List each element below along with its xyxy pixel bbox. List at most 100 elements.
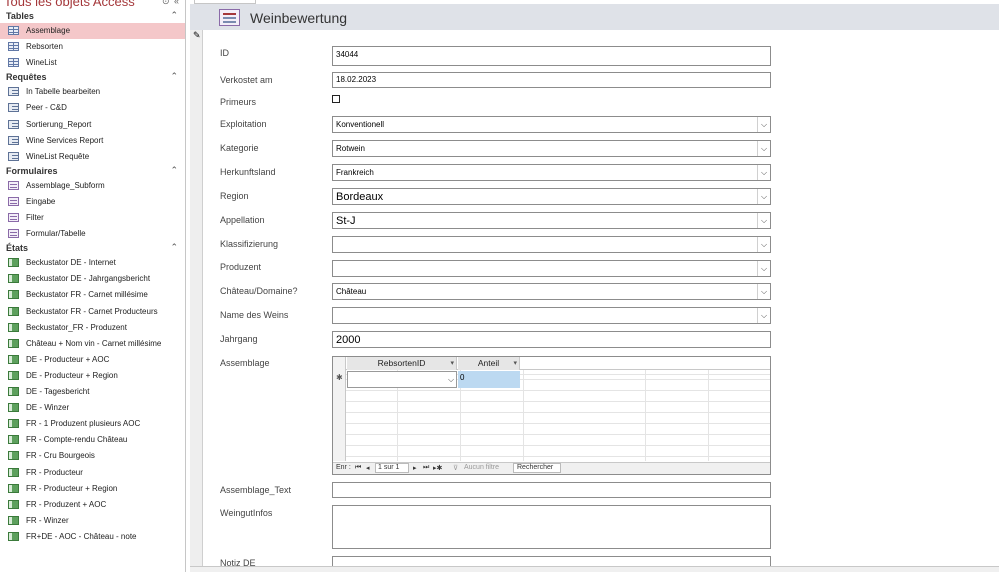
region-combo[interactable]: Bordeaux ⌵	[332, 188, 771, 205]
nav-item[interactable]: Peer - C&D	[0, 100, 185, 116]
nav-item-label: Peer - C&D	[26, 103, 67, 113]
record-selector-bar[interactable]	[190, 30, 203, 566]
nav-item[interactable]: FR - Winzer	[0, 513, 185, 529]
nav-section-header[interactable]: Tables ⌃	[0, 10, 185, 23]
nav-item[interactable]: Eingabe	[0, 194, 185, 210]
nav-item[interactable]: Assemblage	[0, 23, 185, 39]
nav-item[interactable]: FR+DE - AOC - Château - note	[0, 529, 185, 545]
nav-item-label: Eingabe	[26, 196, 56, 206]
anteil-cell[interactable]: 0	[458, 371, 520, 388]
nav-item[interactable]: DE - Winzer	[0, 400, 185, 416]
nav-item[interactable]: FR - Compte-rendu Château	[0, 432, 185, 448]
nav-item-label: DE - Winzer	[26, 403, 70, 413]
chateau-domaine-combo[interactable]: Château ⌵	[332, 283, 771, 300]
chevron-down-icon[interactable]: ⌵	[446, 372, 456, 387]
chevron-up-icon[interactable]: ⌃	[170, 165, 178, 176]
jahrgang-value: 2000	[336, 334, 361, 346]
new-record-nav-icon[interactable]: ▸✱	[433, 464, 442, 472]
nav-item[interactable]: Beckustator DE - Jahrgangsbericht	[0, 271, 185, 287]
assemblage-text-field[interactable]	[332, 482, 771, 498]
chevron-down-icon[interactable]: ⌵	[757, 284, 770, 299]
search-icon[interactable]: ⊙	[162, 0, 170, 7]
column-header-rebsortenid[interactable]: RebsortenID ▾	[347, 357, 457, 370]
filter-icon[interactable]: ⊽	[453, 464, 458, 472]
nav-item[interactable]: FR - Producteur + Region	[0, 481, 185, 497]
id-field[interactable]: 34044	[332, 46, 771, 66]
nav-item[interactable]: WineList Requête	[0, 149, 185, 165]
herkunftsland-combo[interactable]: Frankreich ⌵	[332, 164, 771, 181]
exploitation-combo[interactable]: Konventionell ⌵	[332, 116, 771, 133]
next-record-icon[interactable]: ▸	[413, 464, 417, 472]
nav-item[interactable]: DE - Producteur + Region	[0, 368, 185, 384]
nav-item[interactable]: Assemblage_Subform	[0, 178, 185, 194]
rebsortenid-cell[interactable]: ⌵	[347, 371, 457, 388]
search-field[interactable]: Rechercher	[513, 463, 561, 473]
nav-item[interactable]: In Tabelle bearbeiten	[0, 84, 185, 100]
nav-pane-title[interactable]: Tous les objets Access	[4, 0, 135, 9]
nav-item[interactable]: FR - Producteur	[0, 465, 185, 481]
nav-item[interactable]: Beckustator FR - Carnet millésime	[0, 287, 185, 303]
klassifizierung-combo[interactable]: ⌵	[332, 236, 771, 253]
nav-item[interactable]: Beckustator FR - Carnet Producteurs	[0, 304, 185, 320]
nav-section-label: Tables	[6, 11, 34, 21]
nav-item-label: FR+DE - AOC - Château - note	[26, 531, 137, 541]
nav-item[interactable]: Formular/Tabelle	[0, 226, 185, 242]
nav-item[interactable]: FR - Cru Bourgeois	[0, 448, 185, 464]
nav-item[interactable]: DE - Producteur + AOC	[0, 352, 185, 368]
nav-item[interactable]: Filter	[0, 210, 185, 226]
nav-item[interactable]: FR - 1 Produzent plusieurs AOC	[0, 416, 185, 432]
nav-item-label: FR - Produzent + AOC	[26, 499, 107, 509]
weingutinfos-memo[interactable]	[332, 505, 771, 549]
sort-arrow-icon[interactable]: ▾	[513, 357, 517, 370]
chevron-up-icon[interactable]: ⌃	[170, 242, 178, 253]
chevron-down-icon[interactable]: ⌵	[757, 308, 770, 323]
record-navigation-bar: Enr : ⏮ ◂ 1 sur 1 ▸ ⏭ ▸✱ ⊽ Aucun filtre …	[333, 462, 770, 474]
report-icon	[8, 370, 19, 380]
nav-item-label: FR - Producteur + Region	[26, 483, 118, 493]
nav-item[interactable]: Beckustator DE - Internet	[0, 255, 185, 271]
chevron-up-icon[interactable]: ⌃	[170, 10, 178, 21]
nav-item-label: Filter	[26, 213, 44, 222]
verkostet-am-field[interactable]: 18.02.2023	[332, 72, 771, 88]
assemblage-subform[interactable]: RebsortenID ▾ Anteil ▾ ✱ ⌵ 0 Enr : ⏮ ◂ 1 s…	[332, 356, 771, 475]
first-record-icon[interactable]: ⏮	[355, 464, 361, 472]
main-record-navigation-bar[interactable]	[190, 566, 999, 572]
chevron-down-icon[interactable]: ⌵	[757, 261, 770, 276]
filter-status[interactable]: Aucun filtre	[464, 464, 499, 471]
kategorie-combo[interactable]: Rotwein ⌵	[332, 140, 771, 157]
chevron-down-icon[interactable]: ⌵	[757, 213, 770, 228]
produzent-combo[interactable]: ⌵	[332, 260, 771, 277]
chevron-double-left-icon[interactable]: «	[174, 0, 179, 6]
column-header-anteil[interactable]: Anteil ▾	[458, 357, 520, 370]
chevron-down-icon[interactable]: ⌵	[757, 189, 770, 204]
nav-section-header[interactable]: États ⌃	[0, 242, 185, 255]
appellation-combo[interactable]: St-J ⌵	[332, 212, 771, 229]
nav-item-label: DE - Producteur + Region	[26, 370, 118, 380]
nav-item[interactable]: DE - Tagesbericht	[0, 384, 185, 400]
last-record-icon[interactable]: ⏭	[423, 464, 429, 472]
primeurs-checkbox[interactable]	[332, 95, 340, 103]
sort-arrow-icon[interactable]: ▾	[450, 357, 454, 370]
prev-record-icon[interactable]: ◂	[366, 464, 370, 472]
nav-item[interactable]: Rebsorten	[0, 39, 185, 55]
nav-item[interactable]: Wine Services Report	[0, 133, 185, 149]
nav-section-header[interactable]: Formulaires ⌃	[0, 165, 185, 178]
chevron-up-icon[interactable]: ⌃	[170, 71, 178, 82]
name-des-weins-combo[interactable]: ⌵	[332, 307, 771, 324]
nav-item[interactable]: Château + Nom vin - Carnet millésime	[0, 336, 185, 352]
nav-item[interactable]: FR - Produzent + AOC	[0, 497, 185, 513]
query-icon	[8, 151, 19, 161]
record-position-field[interactable]: 1 sur 1	[375, 463, 409, 473]
label-klassifizierung: Klassifizierung	[220, 239, 279, 249]
chevron-down-icon[interactable]: ⌵	[757, 141, 770, 156]
nav-item[interactable]: WineList	[0, 55, 185, 71]
chevron-down-icon[interactable]: ⌵	[757, 237, 770, 252]
nav-item[interactable]: Beckustator_FR - Produzent	[0, 320, 185, 336]
nav-item[interactable]: Sortierung_Report	[0, 117, 185, 133]
jahrgang-field[interactable]: 2000	[332, 331, 771, 348]
chevron-down-icon[interactable]: ⌵	[757, 117, 770, 132]
chevron-down-icon[interactable]: ⌵	[757, 165, 770, 180]
nav-section-header[interactable]: Requêtes ⌃	[0, 71, 185, 84]
herkunftsland-value: Frankreich	[336, 168, 374, 177]
column-header-label: Anteil	[477, 358, 500, 368]
